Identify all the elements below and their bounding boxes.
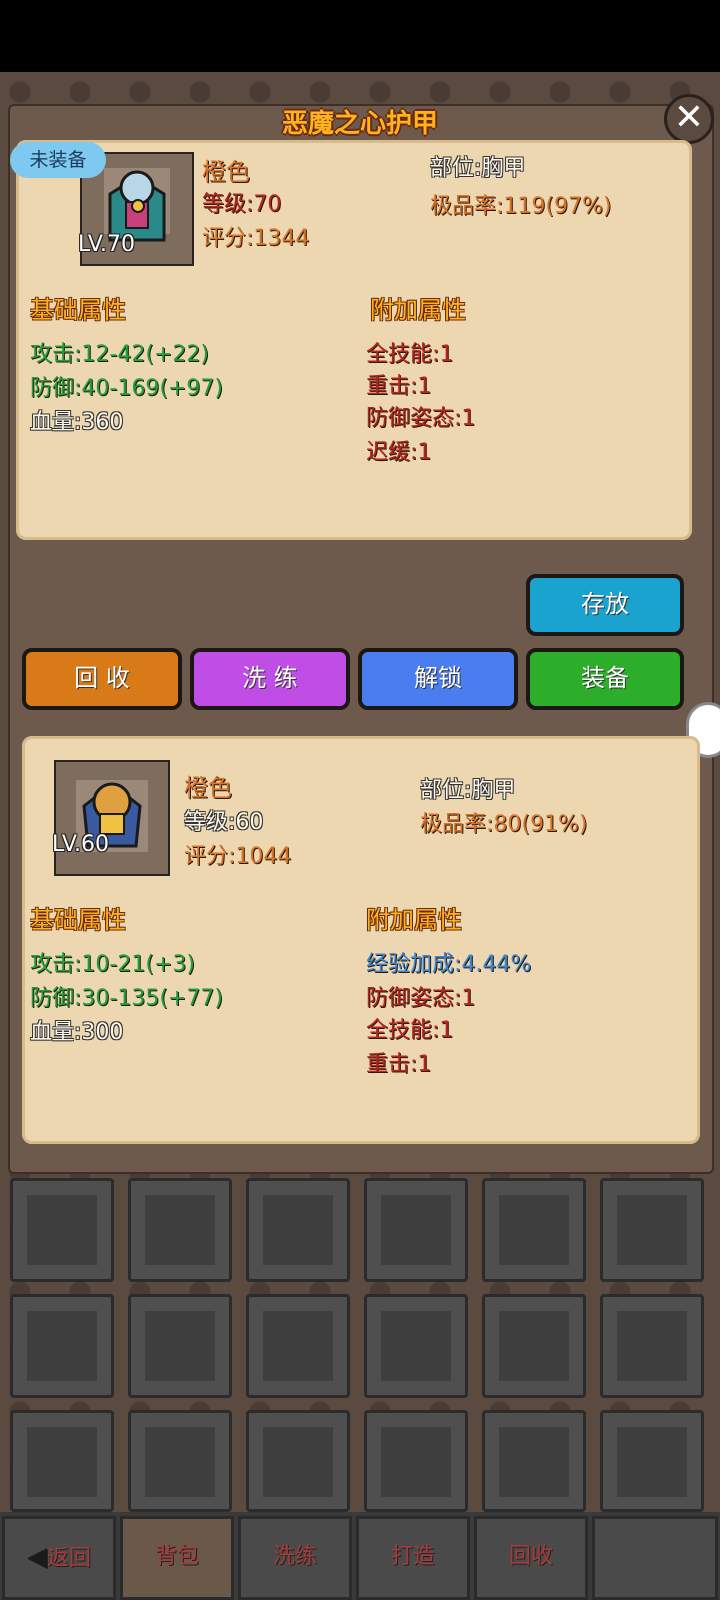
status-bar [0, 0, 720, 72]
equip-button[interactable]: 装备 [526, 648, 684, 710]
item2-extra-stat: 全技能:1 [366, 1018, 454, 1043]
inventory-slot-inner [617, 1427, 687, 1497]
inventory-slot[interactable] [10, 1410, 114, 1512]
item1-level-tag: LV.70 [78, 232, 136, 257]
inventory-slot-inner [27, 1195, 97, 1265]
item2-icon[interactable] [54, 760, 170, 876]
tab-recycle[interactable]: 回收 [474, 1516, 588, 1600]
armor-icon [76, 780, 148, 852]
inventory-slot[interactable] [600, 1410, 704, 1512]
item2-extra-stat: 重击:1 [366, 1052, 432, 1077]
item2-extra-title: 附加属性 [366, 906, 462, 934]
tab-forge[interactable]: 打造 [356, 1516, 470, 1600]
inventory-slot[interactable] [128, 1294, 232, 1398]
inventory-slot[interactable] [246, 1178, 350, 1282]
inventory-slot[interactable] [364, 1178, 468, 1282]
inventory-slot[interactable] [246, 1410, 350, 1512]
item1-level: 等级:70 [202, 192, 282, 217]
item2-slot: 部位:胸甲 [420, 778, 516, 803]
inventory-slot-inner [263, 1311, 333, 1381]
item1-base-stat: 防御:40-169(+97) [30, 376, 223, 401]
inventory-slot-inner [381, 1311, 451, 1381]
item1-extra-stat: 重击:1 [366, 374, 432, 399]
inventory-slot[interactable] [10, 1294, 114, 1398]
item1-extra-title: 附加属性 [370, 296, 466, 324]
inventory-slot-inner [617, 1311, 687, 1381]
tab-backpack[interactable]: 背包 [120, 1516, 234, 1600]
inventory-slot-inner [27, 1427, 97, 1497]
inventory-slot[interactable] [128, 1178, 232, 1282]
item2-base-stat: 血量:300 [30, 1020, 124, 1045]
item1-score: 评分:1344 [202, 226, 310, 251]
inventory-slot[interactable] [482, 1294, 586, 1398]
inventory-slot[interactable] [364, 1294, 468, 1398]
item1-extra-stat: 全技能:1 [366, 342, 454, 367]
unlock-button[interactable]: 解锁 [358, 648, 518, 710]
inventory-slot-inner [499, 1311, 569, 1381]
inventory-slot-inner [617, 1195, 687, 1265]
item2-score: 评分:1044 [184, 844, 292, 869]
item1-base-stat: 攻击:12-42(+22) [30, 342, 209, 367]
inventory-slot-inner [263, 1195, 333, 1265]
item1-extra-stat: 防御姿态:1 [366, 406, 476, 431]
item1-rarity: 极品率:119(97%) [430, 194, 612, 219]
store-button[interactable]: 存放 [526, 574, 684, 636]
equip-status-badge: 未装备 [10, 142, 106, 178]
inventory-slot-inner [27, 1311, 97, 1381]
item2-base-stat: 攻击:10-21(+3) [30, 952, 195, 977]
inventory-slot[interactable] [600, 1294, 704, 1398]
wash-button[interactable]: 洗 练 [190, 648, 350, 710]
item2-rarity: 极品率:80(91%) [420, 812, 588, 837]
back-arrow-icon: ◀ [26, 1542, 47, 1572]
item1-extra-stat: 迟缓:1 [366, 440, 432, 465]
tab-empty[interactable] [592, 1516, 718, 1600]
item2-quality: 橙色 [184, 774, 232, 802]
inventory-slot[interactable] [10, 1178, 114, 1282]
close-icon: ✕ [673, 97, 705, 138]
inventory-slot-inner [145, 1427, 215, 1497]
item2-base-stat: 防御:30-135(+77) [30, 986, 223, 1011]
inventory-slot-inner [381, 1427, 451, 1497]
inventory-slot[interactable] [364, 1410, 468, 1512]
inventory-slot[interactable] [482, 1178, 586, 1282]
inventory-slot-inner [145, 1311, 215, 1381]
tab-back[interactable]: ◀返回 [2, 1516, 116, 1600]
inventory-slot-inner [381, 1195, 451, 1265]
item2-level-tag: LV.60 [52, 832, 110, 857]
close-button[interactable]: ✕ [664, 94, 714, 144]
item1-base-title: 基础属性 [30, 296, 126, 324]
item-title: 恶魔之心护甲 [281, 109, 438, 139]
inventory-slot-inner [499, 1195, 569, 1265]
item1-slot: 部位:胸甲 [430, 156, 526, 181]
inventory-slot[interactable] [482, 1410, 586, 1512]
item2-extra-stat: 防御姿态:1 [366, 986, 476, 1011]
inventory-slot-inner [145, 1195, 215, 1265]
inventory-slot-inner [263, 1427, 333, 1497]
inventory-slot-inner [499, 1427, 569, 1497]
item2-extra-stat: 经验加成:4.44% [366, 952, 532, 977]
item1-quality: 橙色 [202, 158, 250, 186]
recycle-button[interactable]: 回 收 [22, 648, 182, 710]
item1-base-stat: 血量:360 [30, 410, 124, 435]
inventory-slot[interactable] [246, 1294, 350, 1398]
inventory-slot[interactable] [128, 1410, 232, 1512]
item2-base-title: 基础属性 [30, 906, 126, 934]
item2-level: 等级:60 [184, 810, 264, 835]
inventory-slot[interactable] [600, 1178, 704, 1282]
tab-wash[interactable]: 洗练 [238, 1516, 352, 1600]
